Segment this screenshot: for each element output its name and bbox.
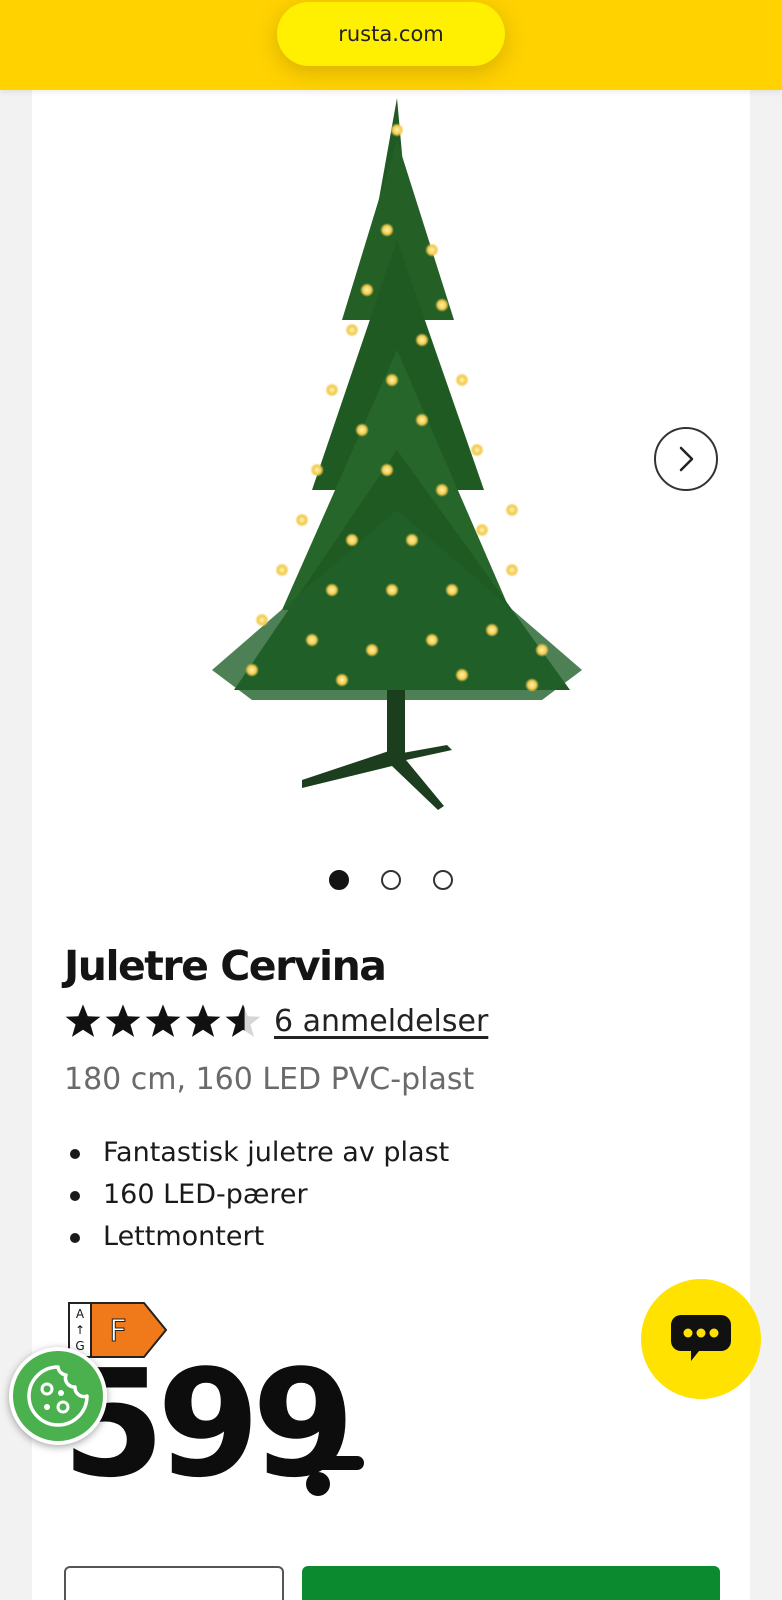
svg-text:A: A — [76, 1307, 85, 1321]
gallery-pagination — [32, 870, 750, 890]
feature-list: Fantastisk juletre av plast 160 LED-pære… — [64, 1132, 449, 1258]
star-icon — [185, 1004, 221, 1037]
reviews-link[interactable]: 6 anmeldelser — [274, 1004, 488, 1039]
gallery-dot-3[interactable] — [433, 870, 453, 890]
feature-item: Fantastisk juletre av plast — [64, 1132, 449, 1174]
svg-text:↑: ↑ — [75, 1323, 85, 1337]
browser-top-bar: rusta.com — [0, 0, 782, 90]
gallery-dot-2[interactable] — [381, 870, 401, 890]
chevron-right-icon — [679, 446, 694, 472]
add-to-cart-button[interactable] — [302, 1566, 720, 1600]
rating-stars — [64, 1002, 262, 1040]
chat-bubble-icon — [671, 1315, 731, 1361]
star-icon — [145, 1004, 181, 1037]
gallery-next-button[interactable] — [654, 427, 718, 491]
price-dash-mark — [306, 1456, 364, 1496]
product-image — [192, 90, 592, 830]
product-card: Juletre Cervina 6 anmeldelser 180 cm, 16… — [32, 90, 750, 1600]
product-rating: 6 anmeldelser — [64, 1002, 488, 1040]
chat-button[interactable] — [641, 1279, 761, 1399]
quantity-stepper[interactable] — [64, 1566, 284, 1600]
product-image-gallery[interactable] — [32, 90, 750, 850]
gallery-dot-1[interactable] — [329, 870, 349, 890]
star-half-icon — [225, 1004, 261, 1037]
star-icon — [105, 1004, 141, 1037]
feature-item: 160 LED-pærer — [64, 1174, 449, 1216]
url-bar[interactable]: rusta.com — [277, 2, 505, 66]
product-subtitle: 180 cm, 160 LED PVC-plast — [64, 1062, 475, 1097]
star-icon — [65, 1004, 101, 1037]
product-title: Juletre Cervina — [64, 942, 387, 990]
cookie-icon — [27, 1365, 89, 1427]
cookie-settings-button[interactable] — [9, 1347, 107, 1445]
feature-item: Lettmontert — [64, 1216, 449, 1258]
